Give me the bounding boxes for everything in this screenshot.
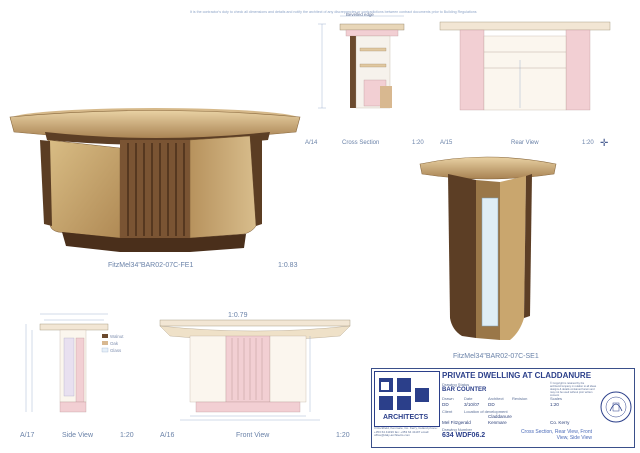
location-value: Claddanure — [488, 414, 512, 419]
client-label: Client — [442, 409, 453, 414]
architect-value: DD — [488, 402, 495, 407]
drawn-label: Drawn — [442, 396, 454, 401]
title-block: ARCHITECTS 3 Rockfield, Kenmare, Co. Ker… — [371, 368, 635, 448]
date-label: Date — [464, 396, 473, 401]
sheet-contents: Cross Section, Rear View, Front View, Si… — [520, 429, 592, 441]
architect-label: Architect — [488, 396, 504, 401]
project-title: PRIVATE DWELLING AT CLADDANURE — [442, 371, 592, 380]
front-view-ref: A/16 — [160, 432, 175, 439]
client-value: Mel Fitzgerald — [442, 420, 471, 425]
logo-text: ARCHITECTS — [383, 414, 429, 421]
drawing-title: BAR COUNTER — [442, 387, 487, 393]
front-view-scale: 1:20 — [336, 432, 350, 439]
drawing-number: 634 WDF06.2 — [442, 432, 486, 439]
drawn-value: DD — [442, 402, 449, 407]
front-view-scale-note: 1:0.79 — [228, 312, 248, 319]
county-value: Co. Kerry — [550, 420, 570, 425]
firm-logo: ARCHITECTS — [374, 371, 440, 427]
institute-seal — [600, 391, 632, 423]
scale-value: 1:20 — [550, 402, 559, 407]
revision-label: Revision — [512, 396, 528, 401]
date-value: 3/10/07 — [464, 402, 480, 407]
copyright-note: © Copyright is retained by the architect… — [550, 382, 597, 397]
location-value-2: Kenmare — [488, 420, 507, 425]
firm-address: 3 Rockfield, Kenmare, Co. Kerry, Ireland… — [374, 426, 438, 438]
front-view-title: Front View — [236, 432, 270, 439]
